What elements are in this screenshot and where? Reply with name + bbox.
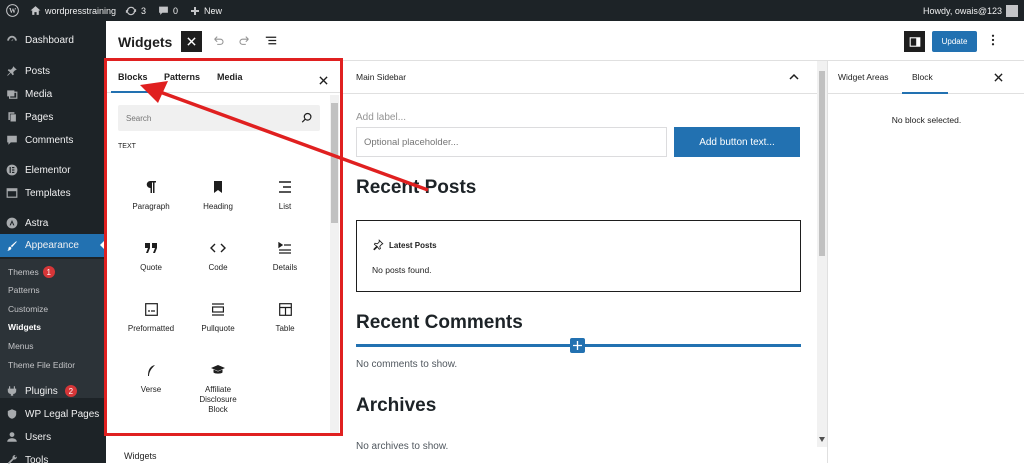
annotation-arrow (140, 81, 429, 192)
